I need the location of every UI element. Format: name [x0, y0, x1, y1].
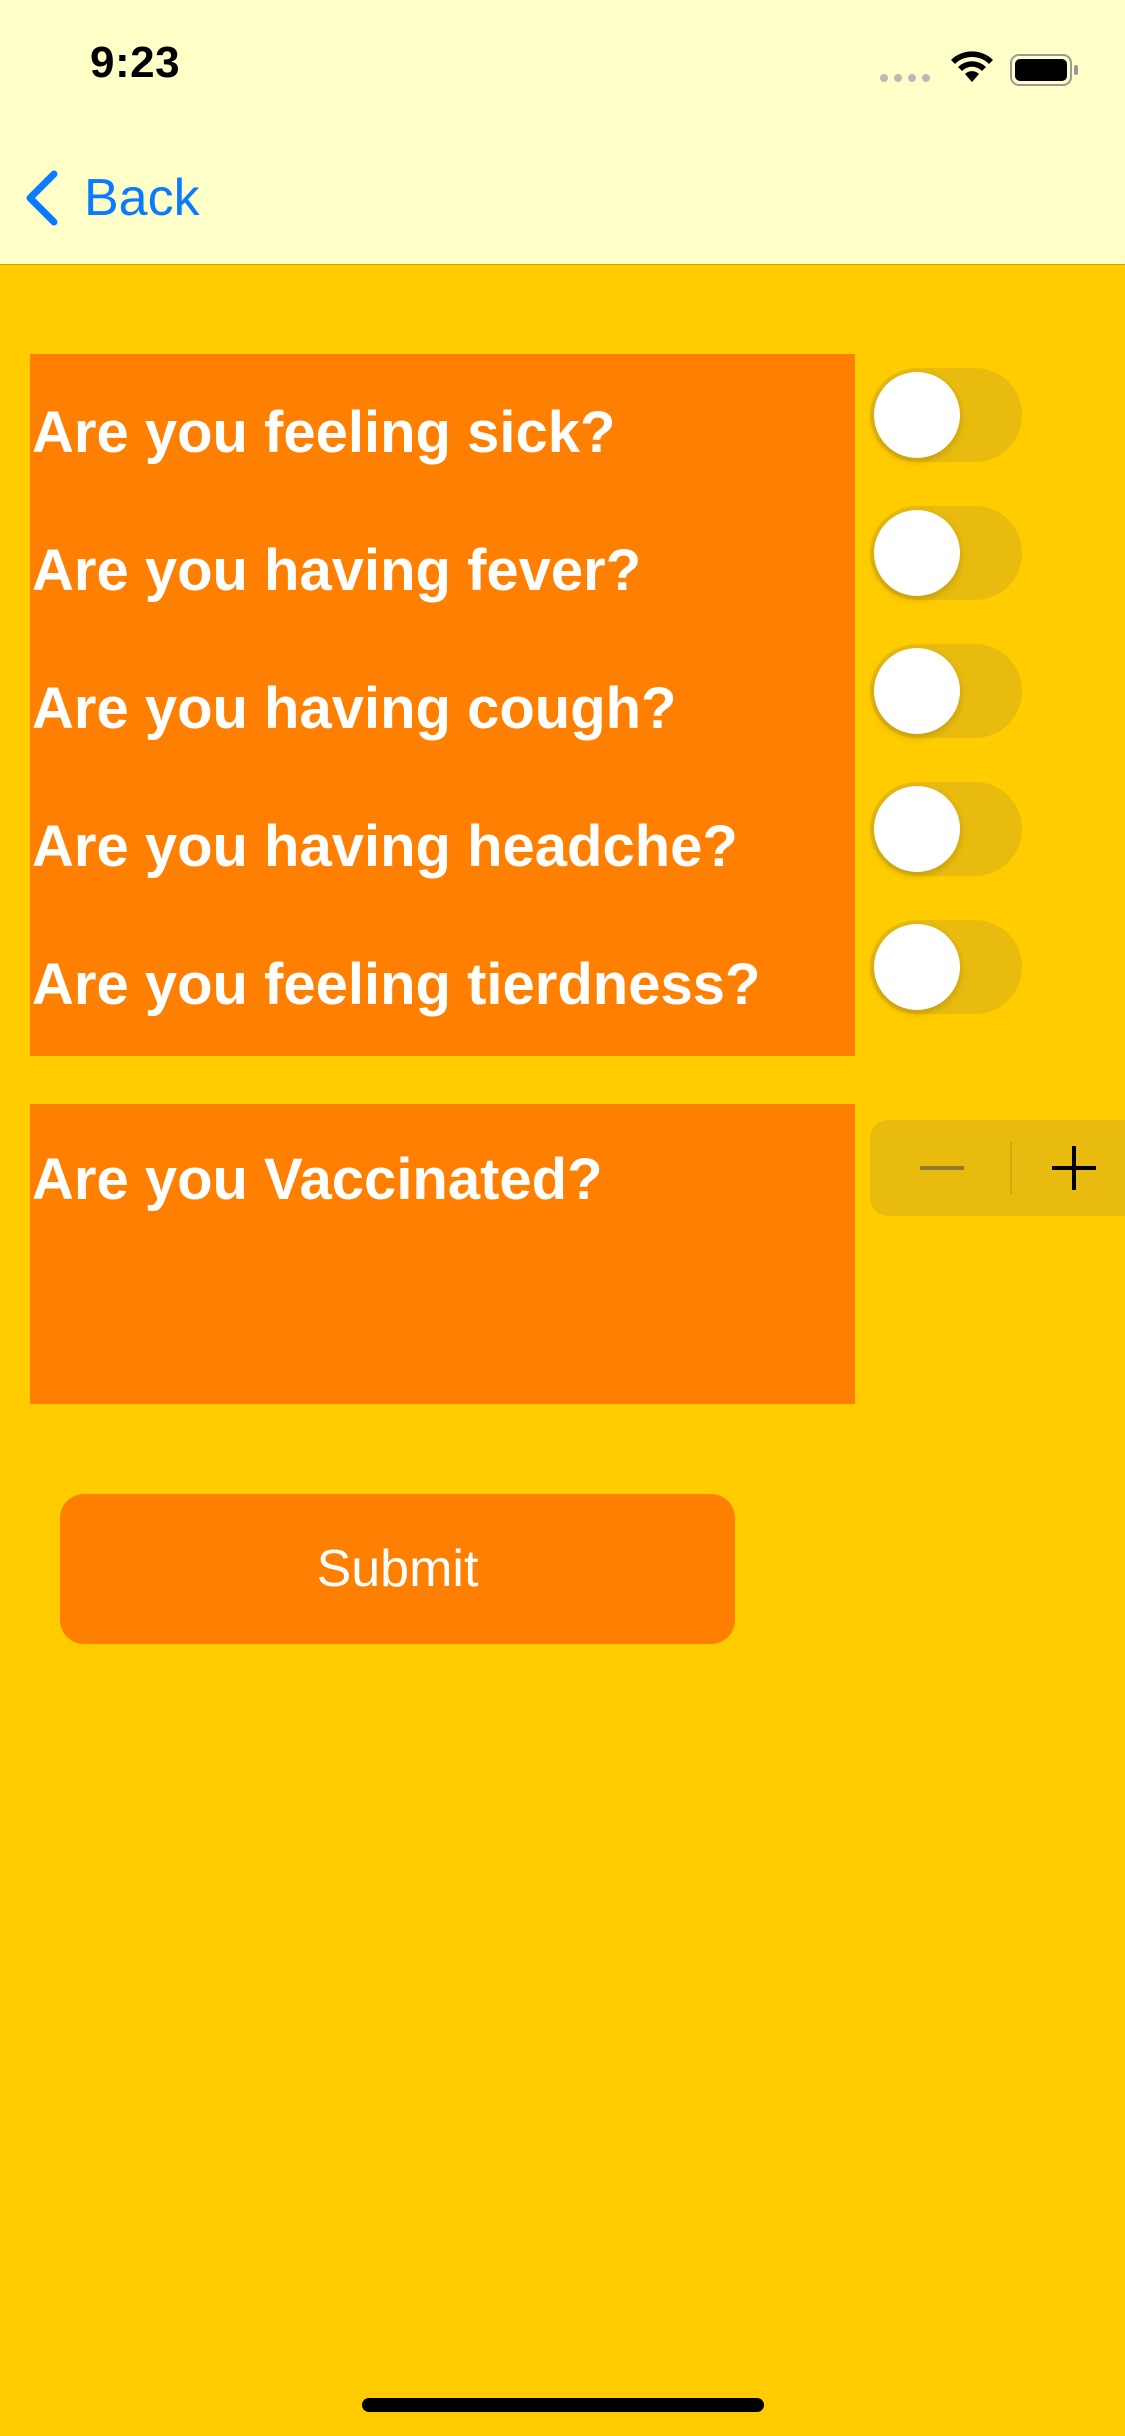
toggle-knob: [874, 648, 960, 734]
status-bar: 9:23: [0, 0, 1125, 132]
toggle-knob: [874, 510, 960, 596]
toggle-headache[interactable]: [870, 782, 1022, 876]
stepper-increment-button[interactable]: [1012, 1120, 1125, 1216]
toggle-sick[interactable]: [870, 368, 1022, 462]
cellular-signal-icon: [880, 74, 930, 82]
question-cough-label: Are you having cough?: [32, 676, 677, 741]
question-vaccinated-label: Are you Vaccinated?: [32, 1147, 603, 1212]
minus-icon: [920, 1166, 964, 1170]
question-headache-label: Are you having headche?: [32, 814, 738, 879]
question-fever-label: Are you having fever?: [32, 538, 642, 603]
toggle-fever[interactable]: [870, 506, 1022, 600]
chevron-left-icon: [26, 170, 58, 226]
wifi-icon: [951, 51, 993, 82]
question-tiredness-label: Are you feeling tierdness?: [32, 952, 761, 1017]
back-button[interactable]: Back: [22, 168, 200, 228]
toggle-knob: [874, 372, 960, 458]
back-label: Back: [84, 169, 200, 227]
navigation-bar: Back: [0, 132, 1125, 265]
toggle-knob: [874, 924, 960, 1010]
status-time: 9:23: [90, 38, 181, 87]
toggle-cough[interactable]: [870, 644, 1022, 738]
toggle-knob: [874, 786, 960, 872]
battery-icon: [1010, 54, 1078, 86]
submit-button[interactable]: Submit: [60, 1494, 735, 1644]
home-indicator[interactable]: [362, 2398, 764, 2412]
vaccination-panel: Are you Vaccinated?: [30, 1104, 855, 1404]
toggle-tiredness[interactable]: [870, 920, 1022, 1014]
vaccination-stepper[interactable]: [870, 1120, 1125, 1216]
question-sick-label: Are you feeling sick?: [32, 400, 616, 465]
stepper-decrement-button[interactable]: [870, 1120, 1010, 1216]
symptoms-panel: Are you feeling sick? Are you having fev…: [30, 354, 855, 1056]
